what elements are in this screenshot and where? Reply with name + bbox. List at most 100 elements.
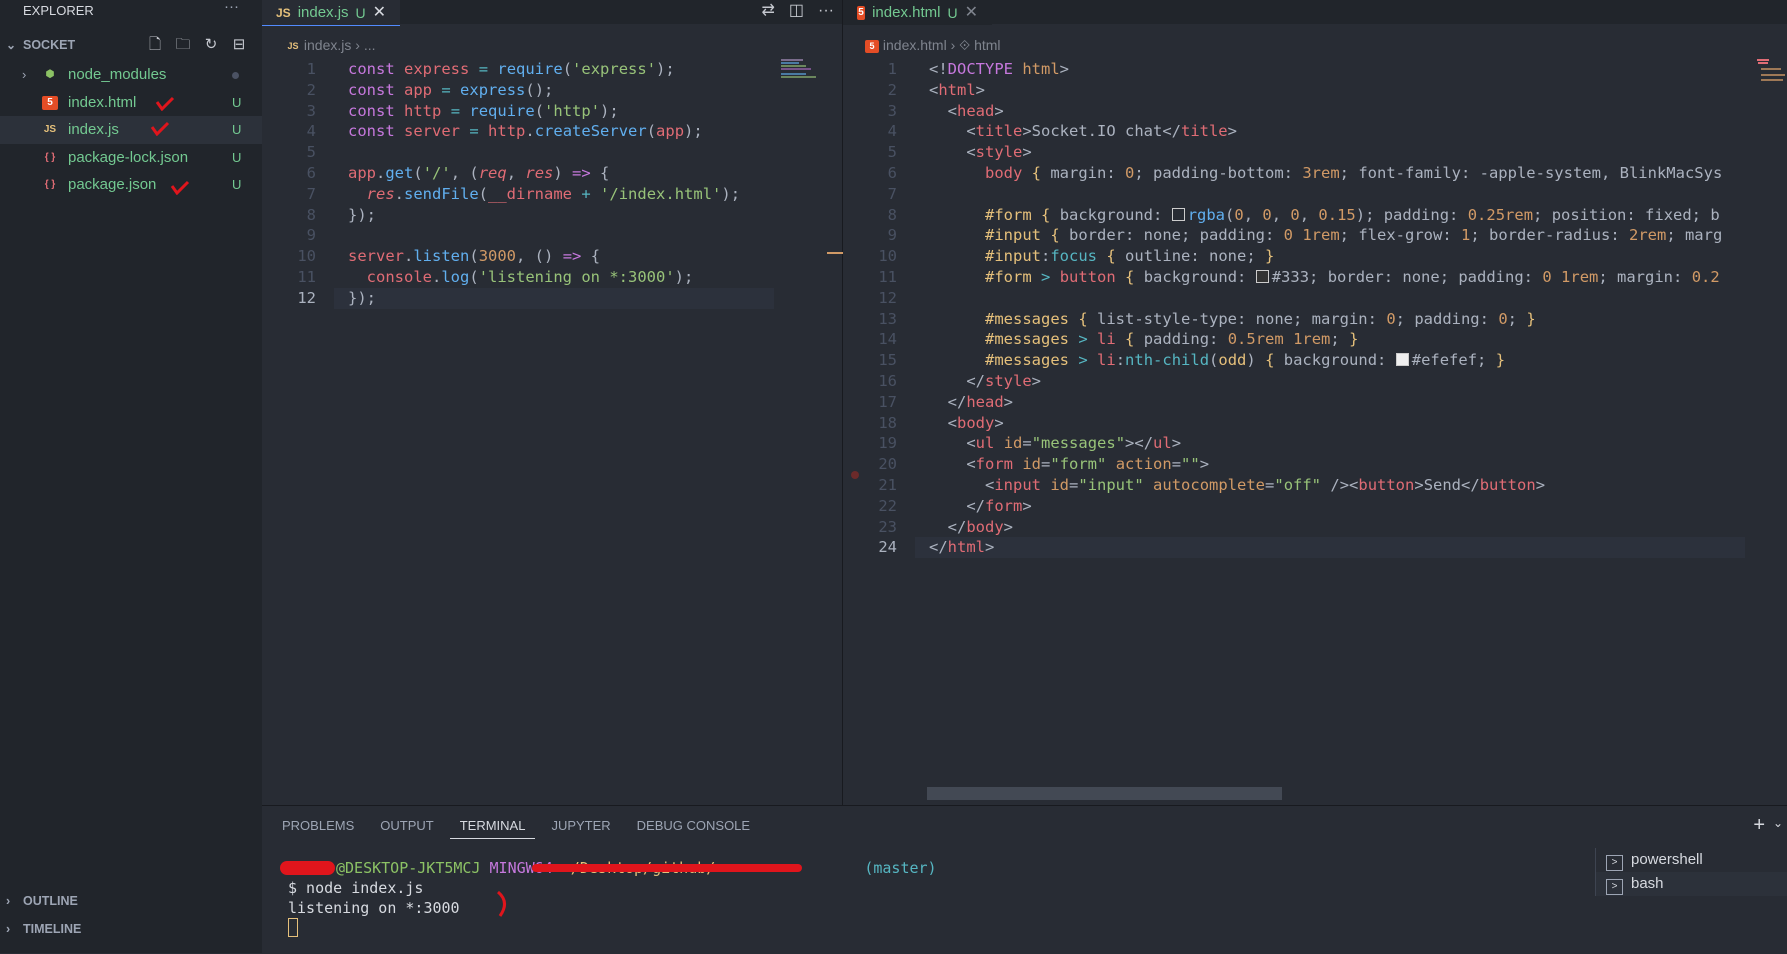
red-check-annotation-icon xyxy=(155,96,175,111)
terminal-cursor xyxy=(288,918,298,937)
workspace-name: SOCKET xyxy=(23,38,76,52)
tree-item-node-modules[interactable]: › ⬢ node_modules xyxy=(0,61,262,89)
line-number: 1 xyxy=(306,60,316,78)
tab-index-html[interactable]: 5 index.html U ✕ xyxy=(843,0,992,25)
line-number: 15 xyxy=(878,351,897,370)
line-number: 7 xyxy=(887,184,897,203)
node-folder-icon: ⬢ xyxy=(45,69,55,80)
redaction-mark xyxy=(280,861,335,875)
tree-item-index-html[interactable]: 5 index.html U xyxy=(0,89,262,117)
javascript-icon: JS xyxy=(287,40,299,51)
explorer-actions: 🗋 🗀 ↻ ⊟ xyxy=(145,35,249,55)
breadcrumb-symbol[interactable]: html xyxy=(974,37,1000,53)
tab-output[interactable]: OUTPUT xyxy=(370,814,443,838)
breadcrumb-file[interactable]: index.html xyxy=(883,37,947,53)
symbol-icon: ⟐ xyxy=(959,37,971,53)
timeline-label: TIMELINE xyxy=(23,922,82,936)
tab-debug-console[interactable]: DEBUG CONSOLE xyxy=(627,814,760,838)
line-number: 20 xyxy=(878,455,897,474)
line-number: 2 xyxy=(306,80,316,99)
bottom-panel: PROBLEMS OUTPUT TERMINAL JUPYTER DEBUG C… xyxy=(262,805,1787,954)
breadcrumb-separator: › xyxy=(950,37,956,53)
terminal-instance-bash[interactable]: > bash xyxy=(1596,872,1787,896)
tab-problems[interactable]: PROBLEMS xyxy=(272,814,364,838)
new-file-icon[interactable]: 🗋 xyxy=(145,35,165,55)
tree-item-package-lock-json[interactable]: { } package-lock.json U xyxy=(0,144,262,172)
line-number: 3 xyxy=(306,101,316,120)
file-name: package-lock.json xyxy=(68,148,189,166)
outline-label: OUTLINE xyxy=(23,894,78,908)
redaction-mark xyxy=(532,864,802,872)
modified-dot-icon xyxy=(232,72,239,79)
editor-group-right: 5 index.html U ✕ 5 index.html › ⟐ html 1… xyxy=(843,0,1787,805)
close-icon[interactable]: ✕ xyxy=(373,2,386,24)
terminal-host: @DESKTOP-JKT5MCJ xyxy=(336,859,481,877)
tab-label: index.html xyxy=(872,4,941,21)
new-folder-icon[interactable]: 🗀 xyxy=(173,35,193,55)
red-check-annotation-icon xyxy=(150,121,170,136)
html5-icon: 5 xyxy=(865,39,879,53)
tab-bar: JS index.js U ✕ ⇄ ◫ ··· xyxy=(262,0,842,26)
panel-tabs: PROBLEMS OUTPUT TERMINAL JUPYTER DEBUG C… xyxy=(272,814,766,840)
red-check-annotation-icon xyxy=(170,180,190,195)
tab-terminal[interactable]: TERMINAL xyxy=(449,814,536,839)
chevron-right-icon: › xyxy=(6,894,11,908)
editor-actions: ⇄ ◫ ··· xyxy=(761,0,834,22)
code-area-html[interactable]: 1 <!DOCTYPE html> 2 <html> 3 <head> 4 <tit… xyxy=(843,59,1787,559)
chevron-right-icon: › xyxy=(6,922,11,936)
shell-name: bash xyxy=(1631,875,1664,892)
terminal-result: listening on *:3000 xyxy=(288,899,460,917)
file-name: node_modules xyxy=(68,66,167,83)
file-tree: › ⬢ node_modules 5 index.html U JS index… xyxy=(0,61,262,199)
tree-item-package-json[interactable]: { } package.json U xyxy=(0,171,262,199)
more-actions-icon[interactable]: ··· xyxy=(224,0,239,15)
open-changes-icon[interactable]: ⇄ xyxy=(761,0,774,22)
more-actions-icon[interactable]: ··· xyxy=(818,0,834,22)
tab-status: U xyxy=(947,5,958,21)
tab-status: U xyxy=(355,5,366,21)
split-editor-icon[interactable]: ◫ xyxy=(789,0,804,22)
terminal-icon: > xyxy=(1606,879,1623,895)
breadcrumb: 5 index.html › ⟐ html xyxy=(865,34,1001,56)
line-number: 14 xyxy=(878,330,897,349)
line-number: 5 xyxy=(306,143,316,162)
line-number: 23 xyxy=(878,517,897,536)
line-number: 4 xyxy=(306,122,316,141)
javascript-icon: JS xyxy=(43,124,57,135)
line-number: 3 xyxy=(887,101,897,120)
breadcrumb-file[interactable]: index.js xyxy=(304,37,351,53)
untracked-badge: U xyxy=(232,149,242,165)
line-number: 1 xyxy=(887,60,897,78)
new-terminal-icon[interactable]: + xyxy=(1753,814,1765,837)
json-icon: { } xyxy=(44,179,56,190)
red-annotation-mark xyxy=(496,890,506,917)
chevron-down-icon[interactable]: ⌄ xyxy=(1773,816,1783,830)
editor-group-left: JS index.js U ✕ ⇄ ◫ ··· JS index.js › ..… xyxy=(262,0,843,805)
collapse-all-icon[interactable]: ⊟ xyxy=(229,35,249,55)
timeline-section-header[interactable]: › TIMELINE xyxy=(0,918,262,940)
file-name: index.js xyxy=(68,121,119,138)
line-number: 8 xyxy=(887,205,897,224)
terminal-instance-powershell[interactable]: > powershell xyxy=(1596,848,1787,872)
javascript-icon: JS xyxy=(276,6,291,20)
refresh-icon[interactable]: ↻ xyxy=(201,35,221,55)
current-line-number: 24 xyxy=(878,538,897,557)
breadcrumb-symbol[interactable]: ... xyxy=(364,37,376,53)
code-area-js[interactable]: 1 const express = require('express'); 2 co… xyxy=(262,59,842,309)
line-number: 22 xyxy=(878,496,897,515)
horizontal-scrollbar[interactable] xyxy=(927,787,1282,800)
line-number: 4 xyxy=(887,122,897,141)
line-number: 2 xyxy=(887,80,897,99)
tree-item-index-js[interactable]: JS index.js U xyxy=(0,116,262,144)
tab-index-js[interactable]: JS index.js U ✕ xyxy=(262,0,400,26)
line-number: 5 xyxy=(887,143,897,162)
explorer-title: EXPLORER xyxy=(23,3,94,18)
tab-label: index.js xyxy=(297,4,349,21)
tab-jupyter[interactable]: JUPYTER xyxy=(541,814,620,838)
breadcrumb: JS index.js › ... xyxy=(286,34,375,56)
close-icon[interactable]: ✕ xyxy=(965,2,978,24)
terminal-command: $ node index.js xyxy=(288,879,424,897)
outline-section-header[interactable]: › OUTLINE xyxy=(0,890,262,912)
terminal-branch: (master) xyxy=(864,859,937,877)
untracked-badge: U xyxy=(232,94,242,110)
